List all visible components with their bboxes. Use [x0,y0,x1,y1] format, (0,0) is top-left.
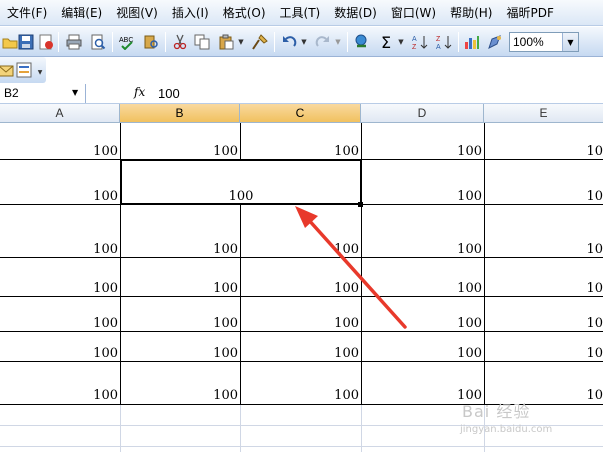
watermark-url: jingyan.baidu.com [460,424,553,435]
watermark-logo: Bai 经验 [462,402,531,421]
annotation-arrow-icon [295,206,407,329]
